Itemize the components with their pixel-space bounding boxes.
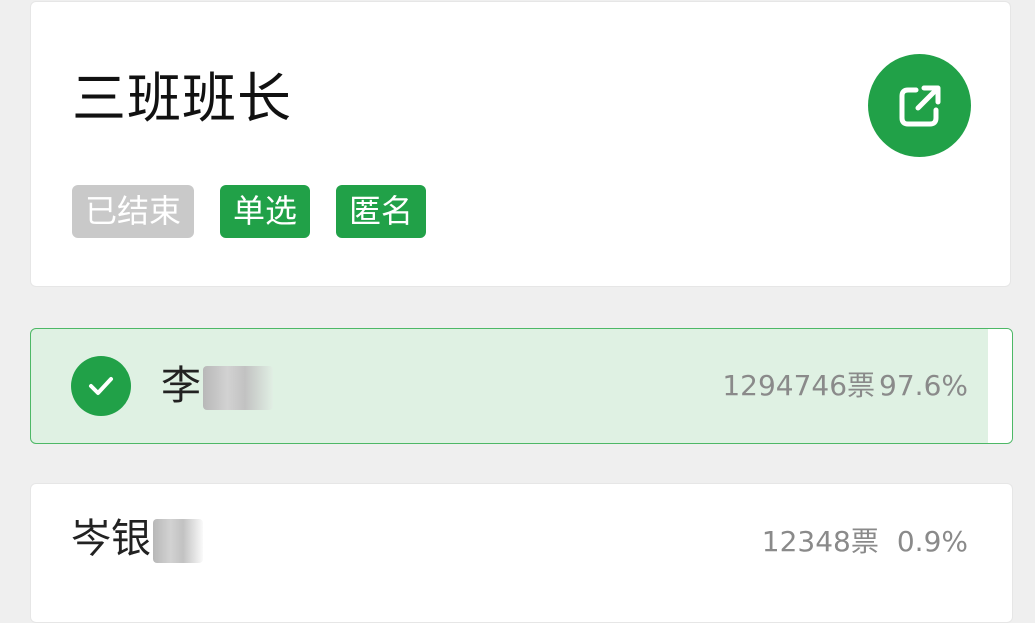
vote-count: 12348票 xyxy=(761,525,879,558)
option-stats: 1294746票 97.6% xyxy=(722,366,968,406)
type-badge-single: 单选 xyxy=(220,185,311,238)
redacted-text xyxy=(203,366,273,410)
redacted-text xyxy=(153,519,203,563)
external-link-icon xyxy=(899,85,940,126)
progress-remaining xyxy=(988,329,1012,443)
vote-option-1[interactable]: 李 1294746票 97.6% xyxy=(30,328,1013,444)
type-badge-anonymous: 匿名 xyxy=(336,185,427,238)
poll-card: 三班班长 已结束 单选 匿名 xyxy=(30,1,1011,287)
poll-tags: 已结束 单选 匿名 xyxy=(72,185,452,238)
vote-percent: 97.6% xyxy=(879,369,968,402)
vote-option-2[interactable]: 岑银 12348票 0.9% xyxy=(30,483,1013,623)
status-badge-ended: 已结束 xyxy=(72,185,195,238)
vote-percent: 0.9% xyxy=(896,525,968,558)
poll-title: 三班班长 xyxy=(72,67,292,130)
vote-count: 1294746票 xyxy=(722,369,876,402)
option-name: 李 xyxy=(161,361,273,411)
share-button[interactable] xyxy=(868,54,971,157)
checkmark-icon xyxy=(71,356,131,416)
option-name: 岑银 xyxy=(71,514,203,564)
option-stats: 12348票 0.9% xyxy=(762,522,968,562)
